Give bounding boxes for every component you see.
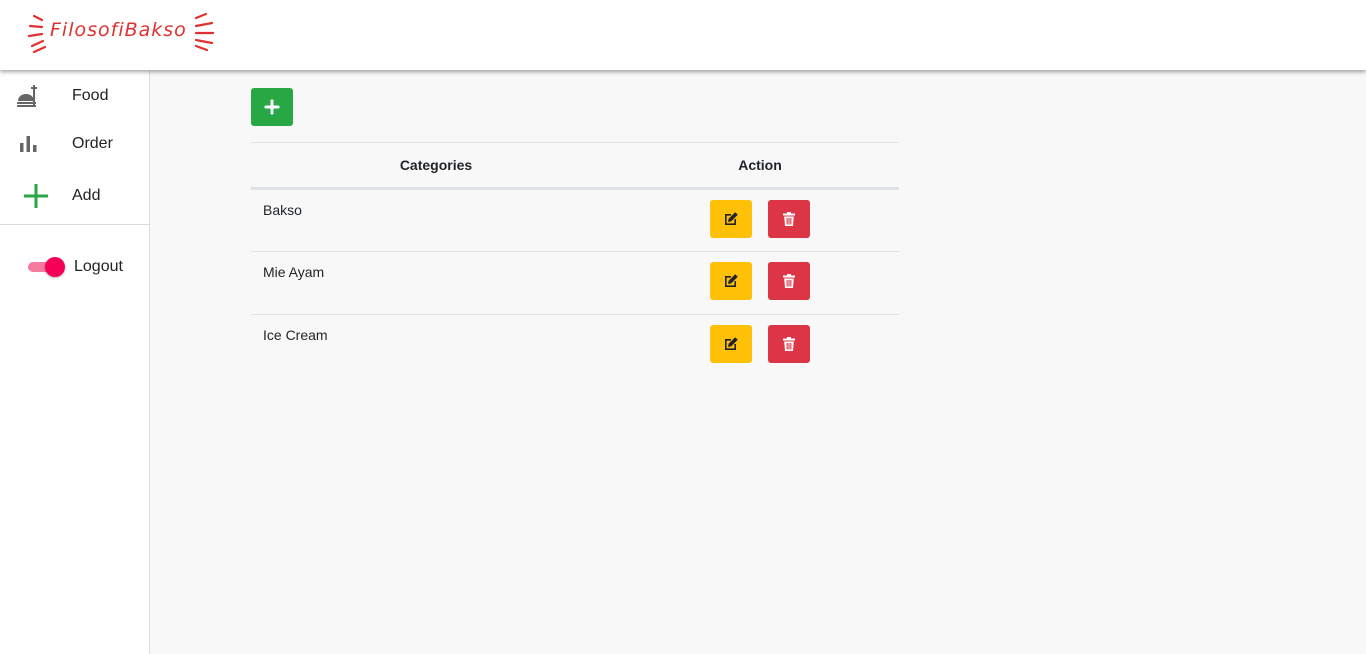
column-header-action: Action bbox=[621, 142, 899, 190]
column-header-categories: Categories bbox=[251, 142, 621, 190]
trash-icon bbox=[783, 337, 795, 351]
edit-button[interactable] bbox=[710, 262, 752, 300]
table-header-row: Categories Action bbox=[251, 142, 899, 190]
edit-icon bbox=[725, 274, 738, 287]
action-cell bbox=[621, 251, 899, 315]
table-row: Ice Cream bbox=[251, 314, 899, 378]
edit-icon bbox=[725, 212, 738, 225]
action-cell bbox=[621, 188, 899, 252]
toggle-knob bbox=[45, 257, 65, 277]
logout-toggle[interactable] bbox=[28, 257, 66, 277]
sidebar-item-food[interactable]: Food bbox=[0, 73, 149, 119]
sidebar-divider bbox=[0, 224, 149, 225]
edit-button[interactable] bbox=[710, 325, 752, 363]
categories-table: Categories Action Bakso Mie Ayam Ice Cre… bbox=[251, 142, 899, 378]
food-tray-icon bbox=[16, 84, 40, 108]
edit-icon bbox=[725, 337, 738, 350]
trash-icon bbox=[783, 274, 795, 288]
brand-logo[interactable]: FilosofiBakso bbox=[26, 12, 216, 56]
plus-icon bbox=[264, 99, 280, 115]
delete-button[interactable] bbox=[768, 262, 810, 300]
delete-button[interactable] bbox=[768, 325, 810, 363]
table-row: Bakso bbox=[251, 188, 899, 252]
delete-button[interactable] bbox=[768, 200, 810, 238]
sidebar-item-label: Order bbox=[72, 135, 113, 152]
sidebar: Food Order Add Logout bbox=[0, 70, 150, 654]
category-cell: Mie Ayam bbox=[251, 251, 621, 315]
sidebar-item-label: Food bbox=[72, 87, 109, 104]
sidebar-item-order[interactable]: Order bbox=[0, 121, 149, 167]
trash-icon bbox=[783, 212, 795, 226]
sidebar-item-label: Add bbox=[72, 187, 101, 204]
table-row: Mie Ayam bbox=[251, 251, 899, 315]
sidebar-item-add[interactable]: Add bbox=[0, 173, 149, 219]
add-category-button[interactable] bbox=[251, 88, 293, 126]
bar-chart-icon bbox=[16, 132, 40, 156]
edit-button[interactable] bbox=[710, 200, 752, 238]
logo-text: FilosofiBakso bbox=[50, 19, 187, 41]
top-bar: FilosofiBakso bbox=[0, 0, 1366, 70]
logout-label[interactable]: Logout bbox=[74, 258, 123, 276]
category-cell: Ice Cream bbox=[251, 314, 621, 378]
action-cell bbox=[621, 314, 899, 378]
plus-icon bbox=[24, 184, 48, 208]
category-cell: Bakso bbox=[251, 188, 621, 252]
